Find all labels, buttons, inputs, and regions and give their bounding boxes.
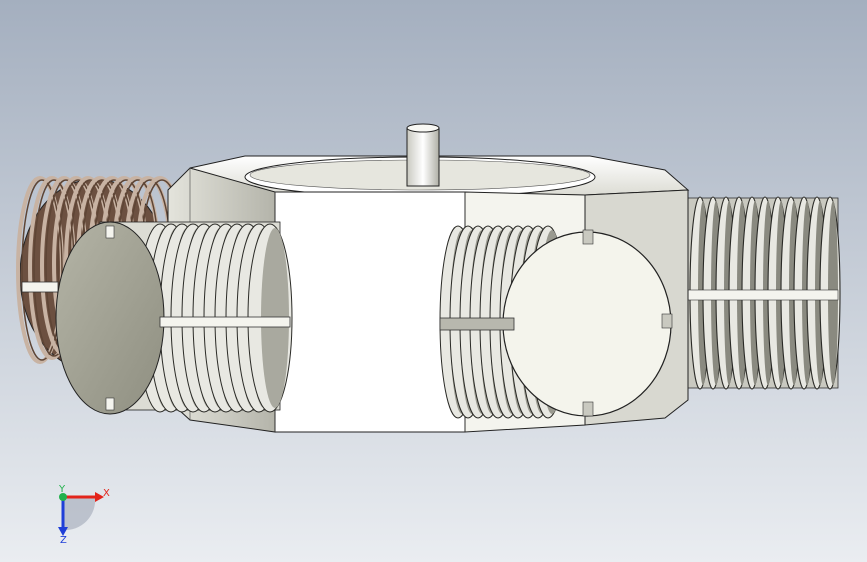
y-axis-label: Y xyxy=(58,484,66,495)
model-canvas[interactable]: X Y Z xyxy=(0,0,867,562)
copper-thread-slot xyxy=(21,281,59,293)
front-right-slot xyxy=(439,317,515,331)
front-right-threaded-port[interactable] xyxy=(439,225,673,419)
x-axis-label: X xyxy=(103,488,110,499)
front-left-cap xyxy=(55,221,165,415)
right-thread-slot xyxy=(687,289,839,301)
top-pin[interactable] xyxy=(406,123,440,187)
front-left-threaded-port[interactable] xyxy=(55,221,293,415)
3d-model-viewport[interactable]: X Y Z xyxy=(0,0,867,562)
z-axis-label: Z xyxy=(60,535,67,546)
front-right-cap xyxy=(502,231,672,417)
right-threaded-pipe[interactable] xyxy=(687,196,841,390)
right-thread-rings xyxy=(687,196,841,390)
front-left-slot xyxy=(159,316,291,328)
